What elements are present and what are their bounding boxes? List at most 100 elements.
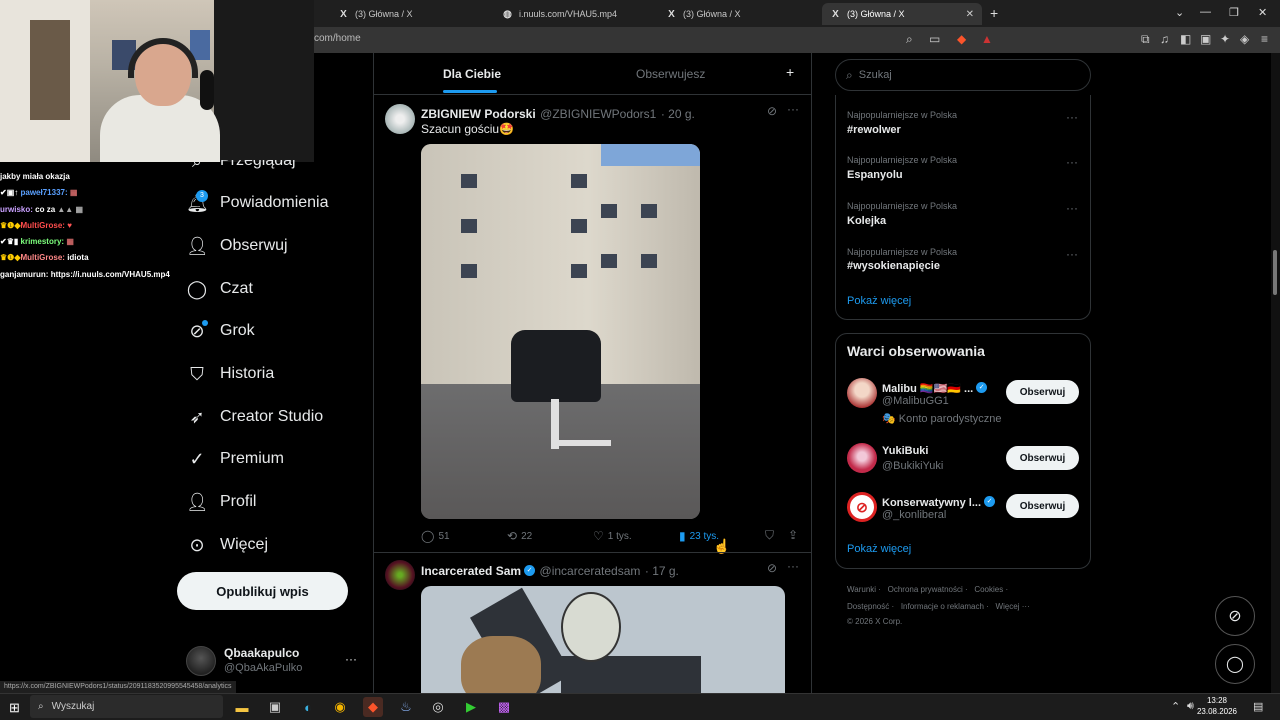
trend-more-icon[interactable]: ··· (1066, 155, 1078, 169)
minimize-button[interactable]: — (1200, 6, 1211, 18)
chrome-icon[interactable]: ◉ (330, 697, 350, 717)
nav-profile[interactable]: 👤︎ Profil (186, 487, 256, 517)
nav-follow[interactable]: 👤︎ Obserwuj (186, 231, 288, 261)
nav-grok[interactable]: ⊘ Grok (186, 316, 254, 346)
add-tab-icon[interactable]: + (786, 64, 794, 80)
file-explorer-icon[interactable]: ▬ (232, 697, 252, 717)
notifications-icon[interactable]: ▤ (1253, 700, 1263, 713)
rewards-icon[interactable]: ▲ (981, 32, 993, 46)
avatar[interactable] (847, 378, 877, 408)
browser-tab[interactable]: ◍ i.nuuls.com/VHAU5.mp4 (494, 3, 654, 25)
trend-more-icon[interactable]: ··· (1066, 201, 1078, 215)
brave-icon[interactable]: ◆ (363, 697, 383, 717)
repost-button[interactable]: ⟲ 22 (507, 529, 532, 543)
nav-bookmarks[interactable]: ⛉ Historia (186, 359, 274, 389)
browser-tab-active[interactable]: X (3) Główna / X ✕ (822, 3, 982, 25)
more-icon[interactable]: ··· (787, 559, 799, 573)
browser-tab[interactable]: X (3) Główna / X (658, 3, 818, 25)
edge-icon[interactable]: ◐ (298, 697, 318, 717)
grok-icon[interactable]: ⊘ (767, 104, 777, 118)
suggested-account-name[interactable]: Malibu 🏳️‍🌈🇺🇸🇩🇪 ... (882, 383, 973, 395)
chat-app-icon[interactable]: ▩ (494, 697, 514, 717)
suggested-account-handle[interactable]: @MalibuGG1 (882, 395, 949, 407)
follow-button[interactable]: Obserwuj (1006, 494, 1079, 518)
more-icon[interactable]: ··· (787, 102, 799, 116)
grok-icon[interactable]: ⊘ (767, 561, 777, 575)
vpn-icon[interactable]: ◈ (1240, 32, 1249, 46)
show-more-trends-link[interactable]: Pokaż więcej (847, 295, 911, 307)
footer-link[interactable]: Warunki (847, 585, 876, 594)
tweet-author-name[interactable]: ZBIGNIEW Podorski (421, 107, 536, 121)
bookmark-button[interactable]: ⛉ (765, 528, 778, 543)
show-more-follow-link[interactable]: Pokaż więcej (847, 543, 911, 555)
tweet-author-name[interactable]: Incarcerated Sam (421, 564, 521, 578)
steam-icon[interactable]: ♨ (396, 697, 416, 717)
reply-button[interactable]: ◯ 51 (421, 529, 450, 543)
menu-icon[interactable]: ≡ (1261, 32, 1268, 46)
brave-shield-icon[interactable]: ◆ (957, 32, 966, 46)
suggested-account-name[interactable]: Konserwatywny l... (882, 497, 981, 509)
tab-search-icon[interactable]: ⌄ (1175, 6, 1184, 19)
trend-item[interactable]: Espanyolu (847, 169, 903, 181)
account-more-icon[interactable]: ··· (345, 652, 357, 666)
nav-more[interactable]: ⊙ Więcej (186, 530, 268, 560)
messages-fab-icon[interactable]: ◯ (1215, 644, 1255, 684)
post-button[interactable]: Opublikuj wpis (177, 572, 348, 610)
tweet-avatar[interactable] (385, 104, 415, 134)
search-input[interactable]: ⌕ Szukaj (835, 59, 1091, 91)
trend-item[interactable]: Kolejka (847, 215, 886, 227)
nav-premium[interactable]: ✓ Premium (186, 444, 284, 474)
tweet-photo[interactable] (421, 144, 700, 519)
browser-tab[interactable]: X (3) Główna / X (330, 3, 490, 25)
music-icon[interactable]: ♫ (1160, 32, 1169, 46)
account-handle[interactable]: @QbaAkaPulko (224, 662, 302, 674)
play-app-icon[interactable]: ▶ (461, 697, 481, 717)
wallet-icon[interactable]: ▣ (1200, 32, 1211, 46)
windows-start-icon[interactable]: ⊞ (9, 700, 20, 716)
avatar[interactable]: ⊘ (847, 492, 877, 522)
tweet-photo[interactable] (421, 586, 785, 696)
taskbar-search[interactable]: ⌕ Wyszukaj (30, 695, 223, 718)
tab-following[interactable]: Obserwujesz (636, 67, 705, 81)
footer-link[interactable]: Informacje o reklamach (901, 602, 984, 611)
follow-button[interactable]: Obserwuj (1006, 446, 1079, 470)
trend-item[interactable]: #rewolwer (847, 124, 901, 136)
like-button[interactable]: ♡ 1 tys. (593, 529, 632, 543)
nav-chat[interactable]: ◯ Czat (186, 274, 253, 304)
footer-link[interactable]: Ochrona prywatności (888, 585, 963, 594)
new-tab-button[interactable]: + (990, 5, 998, 21)
trend-item[interactable]: #wysokienapięcie (847, 260, 940, 272)
leo-icon[interactable]: ✦ (1220, 32, 1230, 46)
url-text[interactable]: com/home (314, 33, 361, 44)
tab-for-you[interactable]: Dla Ciebie (443, 67, 501, 81)
suggested-account-handle[interactable]: @_konliberal (882, 509, 946, 521)
avatar[interactable] (847, 443, 877, 473)
close-tab-icon[interactable]: ✕ (966, 9, 974, 20)
scrollbar-thumb[interactable] (1273, 250, 1277, 295)
sidebar-icon[interactable]: ◧ (1180, 32, 1191, 46)
obs-icon[interactable]: ◎ (428, 697, 448, 717)
extensions-icon[interactable]: ⧉ (1141, 32, 1150, 47)
task-view-icon[interactable]: ▣ (265, 697, 285, 717)
footer-link[interactable]: Cookies (974, 585, 1003, 594)
nav-creator-studio[interactable]: ➶ Creator Studio (186, 402, 323, 432)
tweet-time[interactable]: · 20 g. (661, 107, 695, 121)
footer-link[interactable]: Dostępność (847, 602, 889, 611)
share-button[interactable]: ⇪ (788, 528, 802, 542)
media-icon[interactable]: ▭ (929, 32, 940, 46)
scrollbar[interactable] (1271, 53, 1280, 693)
taskbar-clock[interactable]: 13:28 23.08.2026 (1195, 695, 1239, 717)
close-window-button[interactable]: ✕ (1258, 6, 1267, 19)
zoom-icon[interactable]: ⌕ (906, 32, 913, 47)
tweet-time[interactable]: · 17 g. (645, 564, 679, 578)
tweet-author-handle[interactable]: @incarceratedsam (540, 564, 641, 578)
grok-fab-icon[interactable]: ⊘ (1215, 596, 1255, 636)
footer-link[interactable]: Więcej ··· (996, 602, 1030, 611)
trend-more-icon[interactable]: ··· (1066, 247, 1078, 261)
trend-more-icon[interactable]: ··· (1066, 110, 1078, 124)
volume-icon[interactable]: 🔊︎ (1187, 700, 1194, 713)
tweet-author-handle[interactable]: @ZBIGNIEWPodors1 (540, 107, 656, 121)
follow-button[interactable]: Obserwuj (1006, 380, 1079, 404)
avatar[interactable] (186, 646, 216, 676)
tray-chevron-icon[interactable]: ⌃ (1171, 700, 1180, 713)
